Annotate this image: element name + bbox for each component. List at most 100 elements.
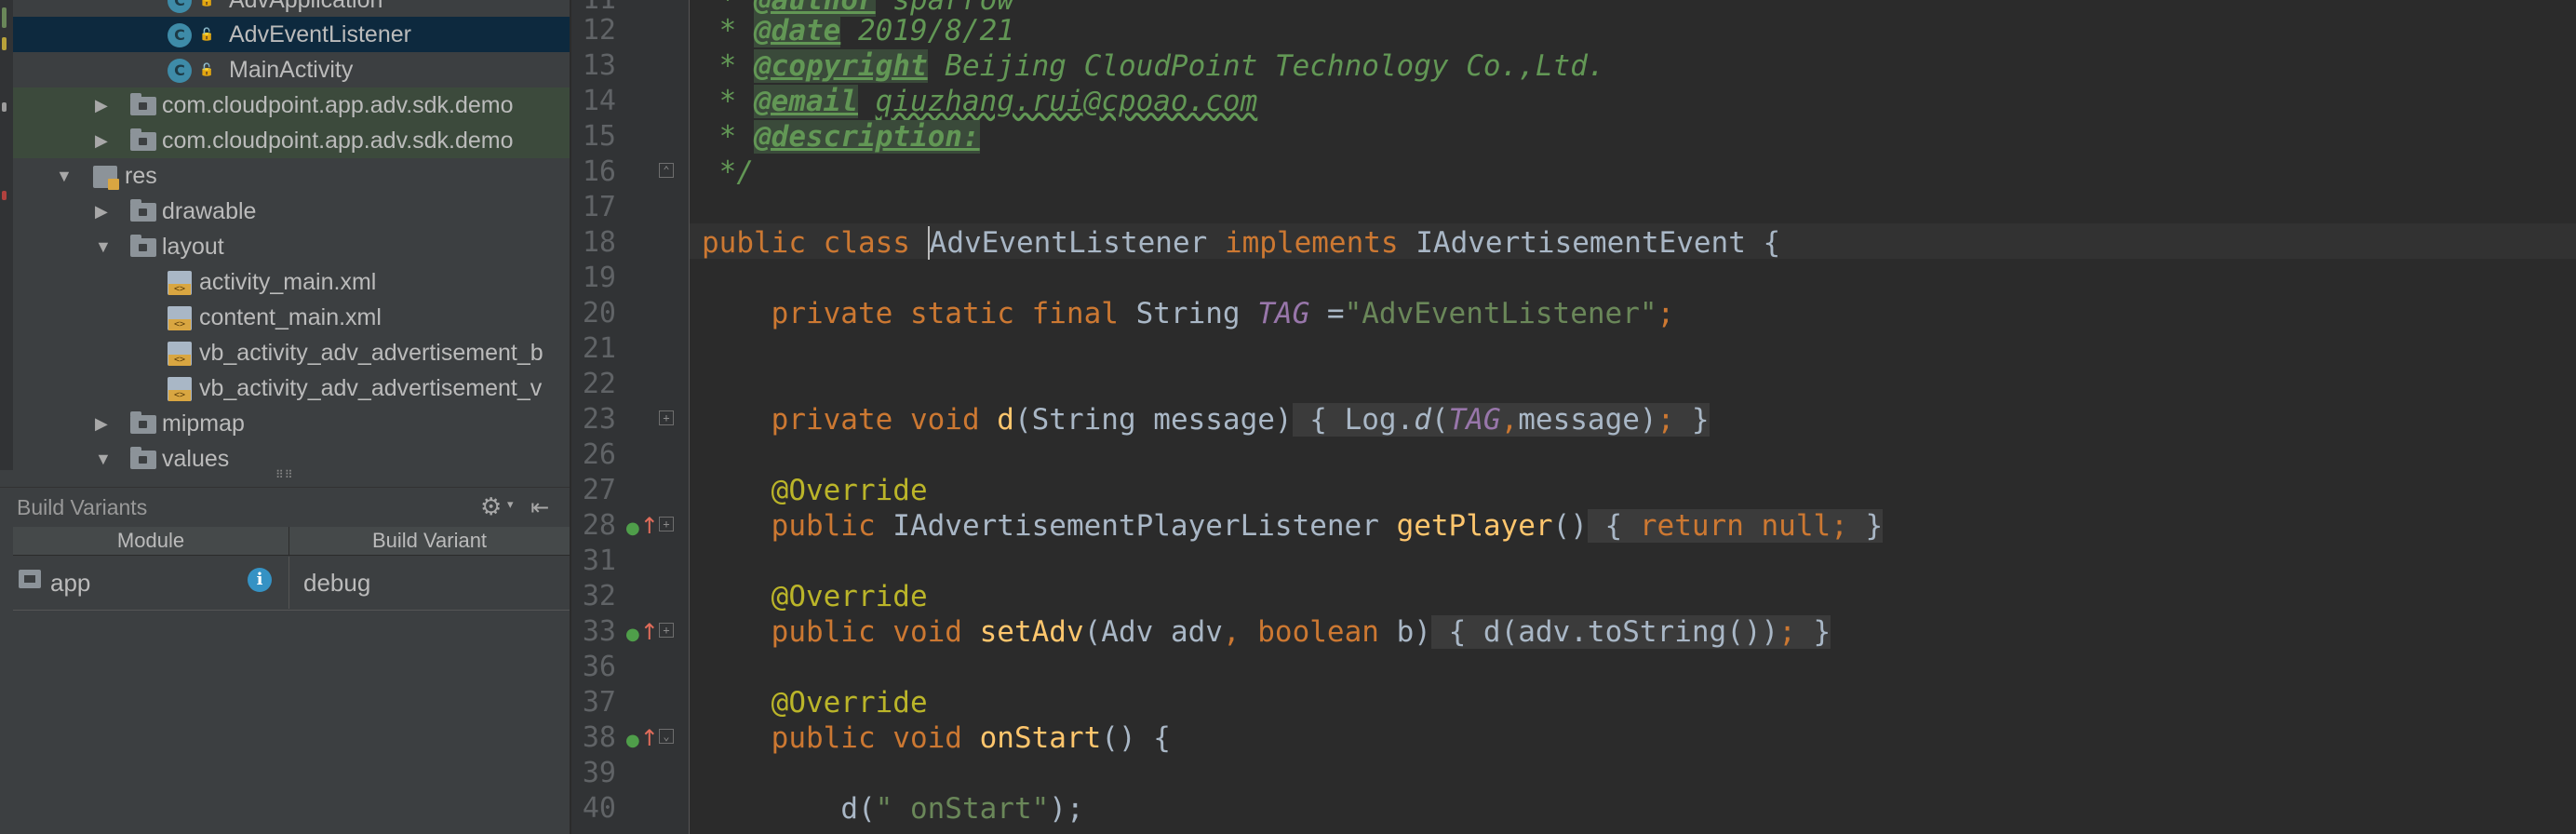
class-icon: C bbox=[168, 23, 192, 47]
line-number: 36 bbox=[582, 651, 616, 683]
code-line: * @description: bbox=[702, 120, 980, 154]
folder-icon bbox=[130, 235, 156, 257]
fold-expand-icon[interactable]: + bbox=[659, 623, 674, 638]
line-number: 32 bbox=[582, 580, 616, 612]
override-marker-icon[interactable]: ●↑ bbox=[625, 720, 659, 756]
fold-end-icon[interactable]: ⌃ bbox=[659, 163, 674, 178]
code-line: public IAdvertisementPlayerListener getP… bbox=[771, 509, 1884, 543]
expand-arrow-icon[interactable]: ▶ bbox=[95, 194, 114, 229]
xml-file-icon bbox=[168, 271, 192, 295]
code-line: public void setAdv(Adv adv, boolean b) {… bbox=[771, 615, 1831, 649]
collapse-arrow-icon[interactable]: ▼ bbox=[56, 158, 74, 194]
package-folder-icon bbox=[130, 128, 156, 151]
module-cell: app bbox=[50, 569, 91, 597]
tree-item-res[interactable]: ▼ res bbox=[13, 158, 570, 194]
fold-expand-icon[interactable]: + bbox=[659, 517, 674, 531]
package-folder-icon bbox=[130, 93, 156, 115]
collapse-arrow-icon[interactable]: ▼ bbox=[95, 441, 114, 477]
build-variants-title: Build Variants bbox=[17, 495, 148, 519]
expand-arrow-icon[interactable]: ▶ bbox=[95, 87, 114, 123]
editor-gutter: 11 12 13 14 15 16 17 18 19 20 21 22 23 2… bbox=[571, 0, 690, 834]
gear-icon[interactable]: ⚙ bbox=[480, 493, 502, 521]
tree-item-mipmap[interactable]: ▶ mipmap bbox=[13, 406, 570, 441]
code-line: */ bbox=[702, 155, 754, 189]
code-line: d(" onStart"); bbox=[840, 792, 1084, 826]
collapse-arrow-icon[interactable]: ▼ bbox=[95, 229, 114, 264]
tree-item-advapplication[interactable]: C 🔓 AdvApplication bbox=[13, 0, 570, 18]
hide-panel-icon[interactable]: ⇤ bbox=[530, 493, 549, 521]
res-folder-icon bbox=[93, 166, 119, 190]
line-number: 16 bbox=[582, 155, 616, 188]
xml-file-icon bbox=[168, 306, 192, 330]
module-icon bbox=[19, 570, 41, 588]
code-line: public void onStart() { bbox=[771, 721, 1171, 755]
folder-icon bbox=[130, 411, 156, 434]
info-icon[interactable]: i bbox=[248, 568, 272, 592]
tree-item-mainactivity[interactable]: C 🔓 MainActivity bbox=[13, 52, 570, 87]
line-number: 38 bbox=[582, 721, 616, 754]
line-number: 13 bbox=[582, 49, 616, 82]
lock-icon: 🔓 bbox=[199, 0, 215, 7]
folder-icon bbox=[130, 447, 156, 469]
line-number: 17 bbox=[582, 191, 616, 223]
line-number: 12 bbox=[582, 14, 616, 47]
line-number: 18 bbox=[582, 226, 616, 259]
fold-expand-icon[interactable]: + bbox=[659, 410, 674, 425]
line-number: 19 bbox=[582, 262, 616, 294]
code-line: * @date 2019/8/21 bbox=[702, 14, 1014, 47]
left-tool-strip bbox=[0, 0, 13, 470]
build-variant-select[interactable]: debug bbox=[303, 557, 370, 609]
tree-item-xml-file[interactable]: content_main.xml bbox=[13, 300, 570, 335]
line-number: 20 bbox=[582, 297, 616, 330]
line-number: 26 bbox=[582, 438, 616, 471]
expand-arrow-icon[interactable]: ▶ bbox=[95, 406, 114, 441]
tree-item-layout[interactable]: ▼ layout bbox=[13, 229, 570, 264]
line-number: 27 bbox=[582, 474, 616, 506]
line-number: 40 bbox=[582, 792, 616, 825]
line-number: 14 bbox=[582, 85, 616, 117]
tree-item-package[interactable]: ▶ com.cloudpoint.app.adv.sdk.demo bbox=[13, 123, 570, 158]
code-line: * @email qiuzhang.rui@cpoao.com bbox=[702, 85, 1258, 118]
xml-file-icon bbox=[168, 377, 192, 401]
lock-icon: 🔓 bbox=[199, 63, 215, 77]
code-line: * @copyright Beijing CloudPoint Technolo… bbox=[702, 49, 1605, 83]
tree-item-drawable[interactable]: ▶ drawable bbox=[13, 194, 570, 229]
line-number: 31 bbox=[582, 545, 616, 577]
tree-item-xml-file[interactable]: vb_activity_adv_advertisement_b bbox=[13, 335, 570, 370]
override-marker-icon[interactable]: ●↑ bbox=[625, 614, 659, 650]
line-number: 39 bbox=[582, 757, 616, 789]
code-line: @Override bbox=[771, 580, 928, 613]
build-variants-header: Build Variants ⚙ ▾ ⇤ bbox=[0, 487, 570, 527]
fold-collapse-icon[interactable]: ⌄ bbox=[659, 729, 674, 744]
lock-icon: 🔓 bbox=[199, 28, 215, 42]
line-number: 33 bbox=[582, 615, 616, 648]
panel-resize-grip[interactable]: ⠿⠿ bbox=[275, 469, 302, 480]
tree-item-package[interactable]: ▶ com.cloudpoint.app.adv.sdk.demo bbox=[13, 87, 570, 123]
folder-icon bbox=[130, 199, 156, 222]
code-line: private void d(String message) { Log.d(T… bbox=[771, 403, 1710, 437]
code-editor[interactable]: * @author sparrow * @date 2019/8/21 * @c… bbox=[690, 0, 2576, 834]
code-line: public class AdvEventListener implements… bbox=[702, 226, 1781, 260]
code-line: @Override bbox=[771, 686, 928, 720]
chevron-down-icon[interactable]: ▾ bbox=[507, 497, 514, 512]
line-number: 23 bbox=[582, 403, 616, 436]
column-header-module: Module bbox=[13, 527, 289, 556]
class-icon: C bbox=[168, 0, 192, 13]
line-number: 22 bbox=[582, 368, 616, 400]
tree-item-xml-file[interactable]: activity_main.xml bbox=[13, 264, 570, 300]
line-number: 28 bbox=[582, 509, 616, 542]
xml-file-icon bbox=[168, 342, 192, 366]
build-variants-table: Module Build Variant app i debug bbox=[13, 527, 570, 834]
line-number: 21 bbox=[582, 332, 616, 365]
code-line: private static final String TAG ="AdvEve… bbox=[771, 297, 1675, 330]
code-line: @Override bbox=[771, 474, 928, 507]
class-icon: C bbox=[168, 59, 192, 83]
project-panel: C 🔓 AdvApplication C 🔓 AdvEventListener … bbox=[0, 0, 570, 834]
expand-arrow-icon[interactable]: ▶ bbox=[95, 123, 114, 158]
tree-item-adveventlistener[interactable]: C 🔓 AdvEventListener bbox=[13, 17, 570, 52]
line-number: 37 bbox=[582, 686, 616, 719]
line-number: 15 bbox=[582, 120, 616, 153]
override-marker-icon[interactable]: ●↑ bbox=[625, 508, 659, 544]
column-header-build-variant: Build Variant bbox=[289, 527, 570, 556]
tree-item-xml-file[interactable]: vb_activity_adv_advertisement_v bbox=[13, 370, 570, 406]
